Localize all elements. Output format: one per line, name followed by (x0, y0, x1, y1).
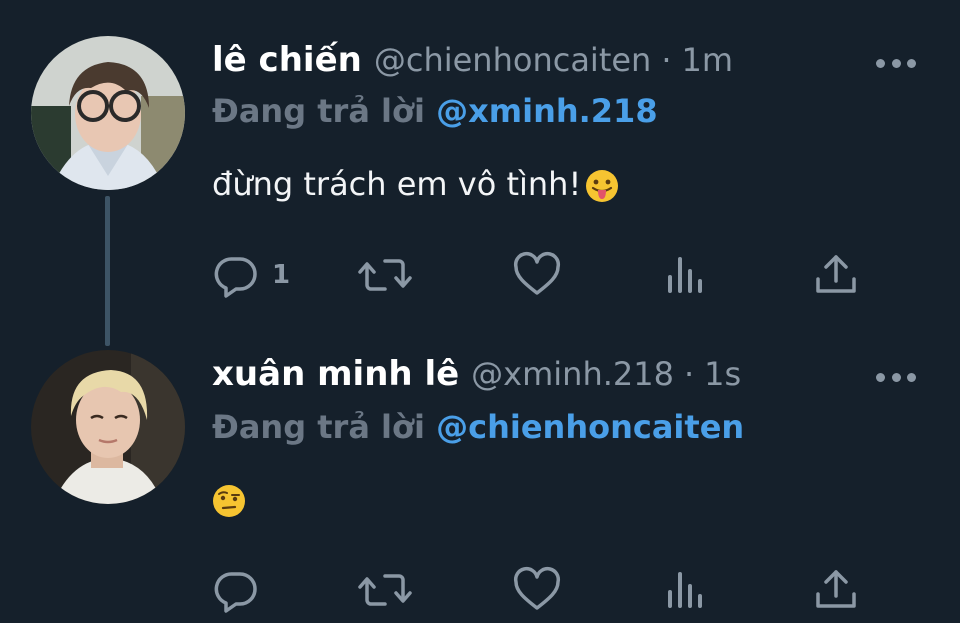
tweet-actions (212, 565, 872, 615)
timestamp[interactable]: 1s (704, 355, 741, 393)
views-button[interactable] (664, 565, 708, 615)
tweet-header: xuân minh lê @xminh.218 · 1s (212, 354, 920, 404)
retweet-button[interactable] (357, 250, 413, 300)
like-icon (513, 567, 561, 610)
reply-icon (214, 572, 257, 613)
separator-dot: · (661, 41, 672, 79)
tweet-2[interactable]: xuân minh lê @xminh.218 · 1s Đang trả lờ… (0, 330, 960, 623)
share-icon (816, 255, 856, 293)
replying-to-label: Đang trả lời (212, 92, 425, 130)
separator-dot: · (683, 355, 695, 393)
reply-icon (214, 257, 257, 298)
share-icon (816, 570, 856, 608)
reply-mention-link[interactable]: @xminh.218 (436, 92, 657, 130)
like-button[interactable] (512, 565, 562, 615)
replying-to-label: Đang trả lời (212, 408, 425, 446)
tweet-header: lê chiến @chienhoncaiten · 1m (212, 40, 920, 90)
retweet-icon (358, 259, 412, 291)
avatar[interactable] (31, 350, 185, 504)
tongue-out-emoji-icon (585, 169, 619, 211)
views-icon (668, 572, 702, 608)
like-button[interactable] (512, 250, 562, 300)
display-name[interactable]: lê chiến (212, 40, 362, 80)
user-handle[interactable]: @chienhoncaiten (374, 41, 651, 79)
views-button[interactable] (664, 250, 708, 300)
views-icon (668, 257, 702, 293)
replying-to: Đang trả lời @chienhoncaiten (212, 408, 920, 446)
share-button[interactable] (814, 250, 858, 300)
replying-to: Đang trả lời @xminh.218 (212, 92, 920, 130)
avatar[interactable] (31, 36, 185, 190)
reply-mention-link[interactable]: @chienhoncaiten (436, 408, 744, 446)
tweet-text (212, 480, 920, 526)
share-button[interactable] (814, 565, 858, 615)
retweet-icon (358, 574, 412, 606)
more-options-icon[interactable] (876, 370, 916, 384)
more-options-icon[interactable] (876, 56, 916, 70)
tweet-text: đừng trách em vô tình! (212, 165, 920, 211)
display-name[interactable]: xuân minh lê (212, 354, 459, 394)
tweet-text-content: đừng trách em vô tình! (212, 165, 582, 203)
retweet-button[interactable] (357, 565, 413, 615)
reply-count: 1 (272, 260, 291, 290)
tweet-1[interactable]: lê chiến @chienhoncaiten · 1m Đang trả l… (0, 0, 960, 346)
user-handle[interactable]: @xminh.218 (471, 355, 674, 393)
reply-button[interactable]: 1 (212, 250, 290, 300)
like-icon (513, 252, 561, 295)
reply-button[interactable] (212, 565, 260, 615)
thread-connector-line (105, 196, 110, 346)
raised-eyebrow-emoji-icon (212, 484, 246, 526)
timestamp[interactable]: 1m (682, 41, 734, 79)
tweet-actions: 1 (212, 250, 872, 300)
